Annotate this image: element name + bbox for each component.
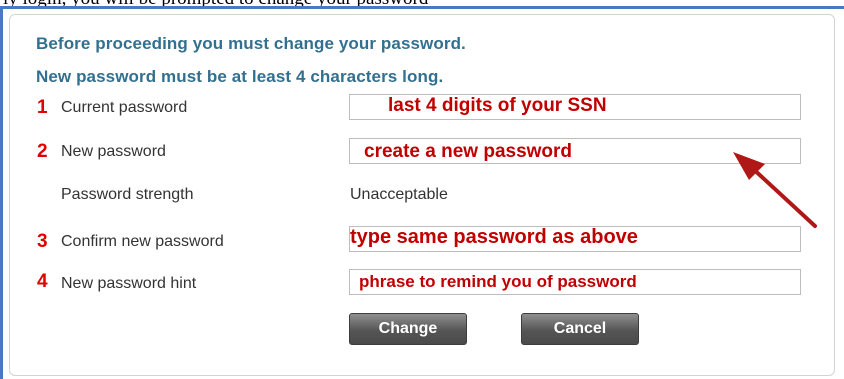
change-button[interactable]: Change (349, 313, 467, 345)
annotation-arrow-shaft (748, 164, 817, 228)
cancel-button[interactable]: Cancel (521, 313, 639, 345)
